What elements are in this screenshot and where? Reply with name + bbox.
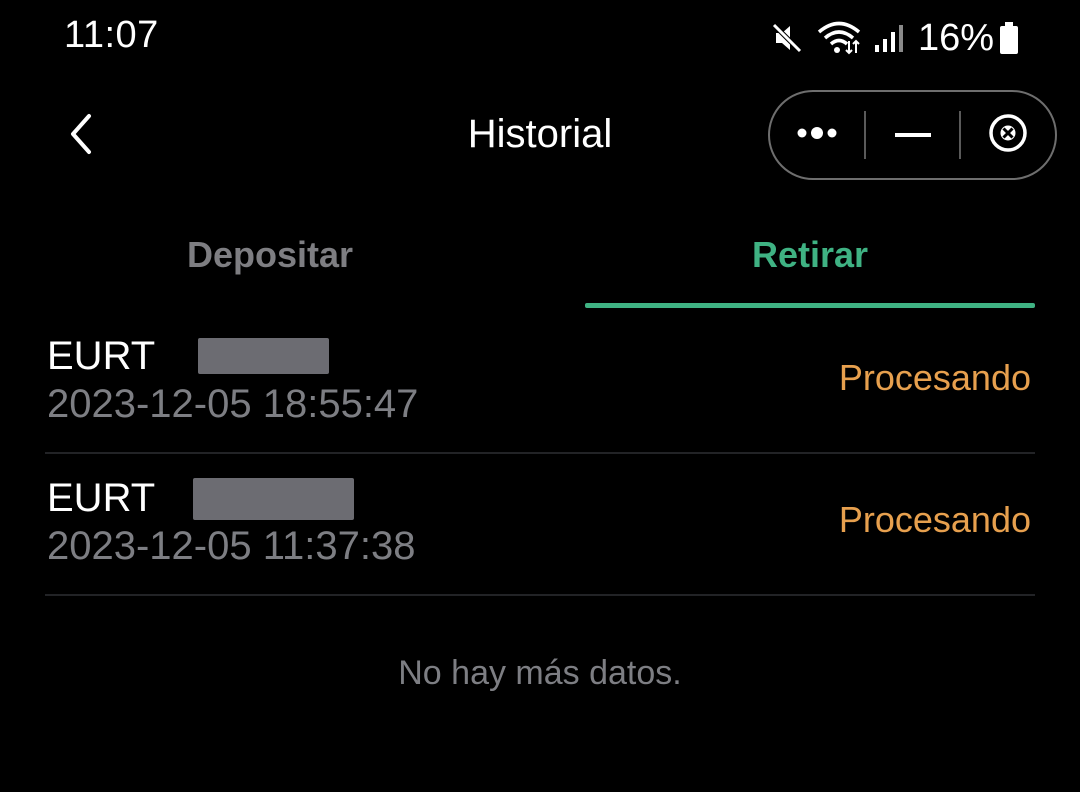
tab-label: Depositar xyxy=(186,234,354,275)
close-button[interactable] xyxy=(961,92,1055,178)
wifi-icon xyxy=(816,21,862,55)
record-date: 2023-12-05 18:55:47 xyxy=(47,382,419,426)
signal-icon xyxy=(874,23,904,53)
end-of-list-text: No hay más datos. xyxy=(398,654,682,692)
redacted-amount xyxy=(198,338,329,374)
battery-percentage: 16% xyxy=(917,16,994,59)
tab-label: Retirar xyxy=(751,234,869,275)
more-button[interactable] xyxy=(770,92,864,178)
minimize-icon xyxy=(894,126,931,144)
mini-program-capsule xyxy=(768,90,1057,180)
tab-depositar[interactable]: Depositar xyxy=(45,222,495,312)
minimize-button[interactable] xyxy=(866,92,960,178)
tab-retirar[interactable]: Retirar xyxy=(585,222,1035,312)
status-icons: 16% xyxy=(758,16,1020,60)
record-coin: EURT xyxy=(47,334,156,378)
withdraw-history-list: EURT 2023-12-05 18:55:47 Procesando EURT… xyxy=(45,312,1035,596)
record-status: Procesando xyxy=(838,357,1031,398)
app-screen: 11:07 16% Historial Depositar Retirar EU… xyxy=(0,0,1080,792)
status-bar: 11:07 16% xyxy=(0,0,1080,80)
title-bar: Historial xyxy=(0,88,1080,184)
status-time: 11:07 xyxy=(64,14,159,56)
tab-bar: Depositar Retirar xyxy=(0,222,1080,312)
record-coin: EURT xyxy=(47,476,156,520)
mute-icon xyxy=(770,21,804,55)
active-tab-indicator xyxy=(585,303,1035,308)
record-status: Procesando xyxy=(838,499,1031,540)
close-icon xyxy=(988,113,1028,158)
battery-icon xyxy=(998,21,1020,55)
record-date: 2023-12-05 11:37:38 xyxy=(47,524,416,568)
list-item[interactable]: EURT 2023-12-05 18:55:47 Procesando xyxy=(45,312,1035,454)
list-item[interactable]: EURT 2023-12-05 11:37:38 Procesando xyxy=(45,454,1035,596)
redacted-amount xyxy=(193,478,354,520)
more-icon xyxy=(795,123,839,148)
